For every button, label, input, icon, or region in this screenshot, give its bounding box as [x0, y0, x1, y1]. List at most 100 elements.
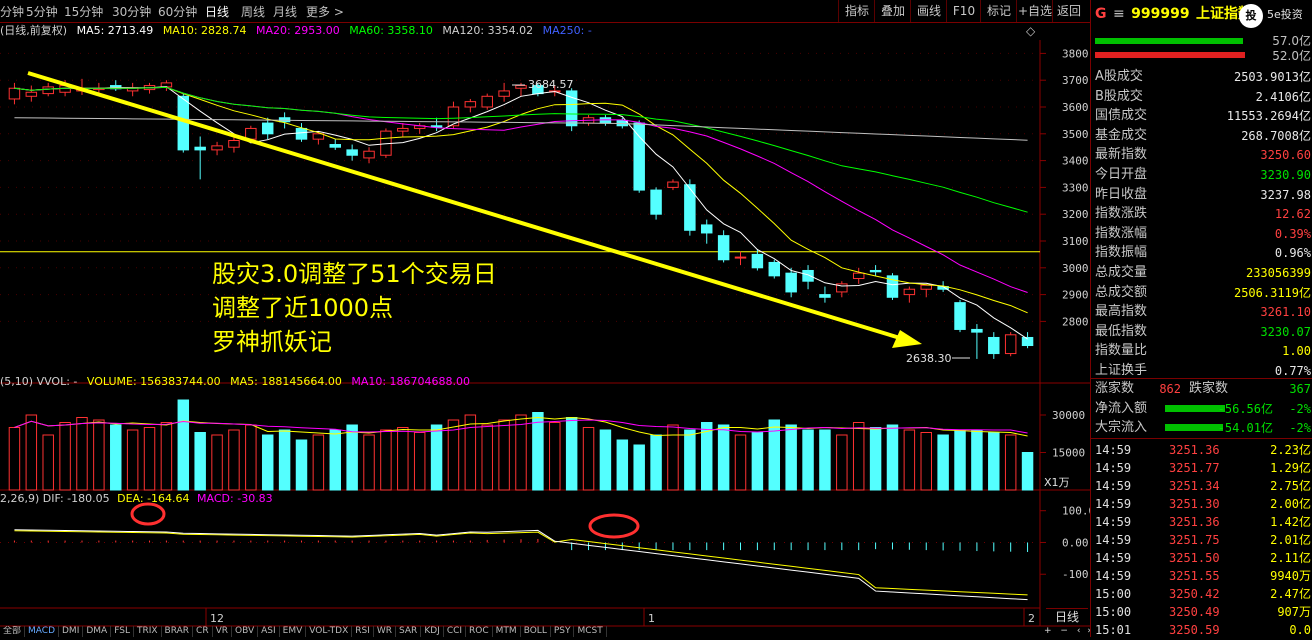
indicator-tab-cr[interactable]: CR — [193, 626, 213, 637]
volume-bar — [532, 412, 544, 491]
volume-bar — [498, 419, 510, 491]
date-label: 1 — [648, 612, 655, 625]
buy-bar — [1095, 38, 1243, 44]
timeframe-tab-4[interactable]: 60分钟 — [158, 3, 197, 20]
macd-dif: 2,26,9) DIF: -180.05 — [0, 492, 110, 505]
stat-label: 国债成交 — [1095, 108, 1148, 124]
indicator-tab-asi[interactable]: ASI — [258, 626, 280, 637]
timeframe-tab-8[interactable]: 更多 > — [306, 3, 344, 20]
volume-bar — [464, 414, 477, 491]
volume-bar — [194, 432, 206, 491]
tick-time: 14:59 — [1095, 461, 1132, 475]
toolbar-button-3[interactable]: F10 — [946, 0, 981, 22]
indicator-tab-psy[interactable]: PSY — [551, 626, 575, 637]
indicator-tab-dmi[interactable]: DMI — [59, 626, 84, 637]
volume-bar — [76, 417, 88, 491]
indicator-tab-vol-tdx[interactable]: VOL-TDX — [306, 626, 353, 637]
stat-label: 最低指数 — [1095, 323, 1148, 339]
timeframe-tab-7[interactable]: 月线 — [273, 3, 297, 20]
toolbar-button-1[interactable]: 叠加 — [874, 0, 911, 22]
indicator-tab-dma[interactable]: DMA — [83, 626, 112, 637]
menu-icon[interactable]: ≡ — [1113, 6, 1125, 22]
volume-bar — [8, 427, 21, 491]
indicator-tab-brar[interactable]: BRAR — [162, 626, 194, 637]
indicator-tab-sar[interactable]: SAR — [396, 626, 422, 637]
sell-bar — [1095, 52, 1245, 58]
tick-row: 14:59 3251.50 2.11亿 — [1091, 549, 1312, 568]
toolbar-button-2[interactable]: 画线 — [910, 0, 947, 22]
indicator-tab-vr[interactable]: VR — [213, 626, 232, 637]
indicator-tab-roc[interactable]: ROC — [466, 626, 493, 637]
timeframe-tab-3[interactable]: 30分钟 — [112, 3, 151, 20]
volume-bar — [650, 434, 662, 491]
tick-volume: 0.0 — [1289, 623, 1311, 637]
indicator-tab-fsl[interactable]: FSL — [111, 626, 134, 637]
indicator-tab-rsi[interactable]: RSI — [352, 626, 374, 637]
stat-row-13: 最低指数 3230.07 — [1091, 322, 1312, 342]
stat-value: 2506.3119亿 — [1233, 285, 1311, 300]
price-axis-label: 3100 — [1062, 235, 1089, 248]
candle-body — [667, 181, 679, 188]
indicator-tab-mcst[interactable]: MCST — [574, 626, 607, 637]
tick-price: 3251.30 — [1169, 497, 1220, 511]
stat-value: 11553.2694亿 — [1226, 109, 1311, 124]
timeframe-tab-2[interactable]: 15分钟 — [64, 3, 103, 20]
candle-body — [869, 269, 882, 273]
indicator-tab-wr[interactable]: WR — [374, 626, 397, 637]
volume-bar — [160, 422, 173, 491]
stat-row-11: 总成交额 2506.3119亿 — [1091, 283, 1312, 303]
rise-label: 涨家数 — [1095, 381, 1135, 396]
stat-label: 最新指数 — [1095, 147, 1148, 163]
toolbar-button-6[interactable]: 返回 — [1052, 0, 1085, 22]
indicator-tab-boll[interactable]: BOLL — [521, 626, 551, 637]
indicator-tab-mtm[interactable]: MTM — [493, 626, 521, 637]
toolbar-button-5[interactable]: +自选 — [1016, 0, 1053, 22]
tick-list: 14:59 3251.36 2.23亿 14:59 3251.77 1.29亿 14:59 3… — [1091, 438, 1312, 637]
macd-value: MACD: -30.83 — [197, 492, 273, 505]
volume-bar — [988, 432, 1000, 491]
tick-price: 3251.50 — [1169, 551, 1220, 565]
indicator-tab-macd[interactable]: MACD — [25, 626, 59, 637]
volume-bar — [346, 424, 358, 491]
indicator-tab-emv[interactable]: EMV — [280, 626, 307, 637]
stat-value: 2503.9013亿 — [1233, 70, 1311, 84]
candle-body — [903, 288, 916, 296]
volume-bar — [126, 429, 139, 491]
toolbar-button-4[interactable]: 标记 — [980, 0, 1017, 22]
ma120-value: MA120: 3354.02 — [442, 24, 534, 37]
candle-body — [464, 101, 477, 108]
indicator-tab-全部[interactable]: 全部 — [0, 626, 26, 637]
candle-body — [802, 269, 814, 282]
volume-bar — [228, 429, 240, 491]
macd-dea: DEA: -164.64 — [117, 492, 190, 505]
stat-label: 指数量比 — [1095, 343, 1148, 359]
kline-chart[interactable]: 3800 3700 3600 3500 3400 3300 3200 3100 3000 2900… — [0, 40, 1090, 637]
ma5-line — [14, 86, 1028, 340]
timeframe-tab-0[interactable]: 分钟 — [0, 3, 24, 20]
timeframe-tab-6[interactable]: 周线 — [241, 3, 265, 20]
net-inflow-row: 净流入额 -56.56亿 -2% — [1091, 399, 1312, 419]
cross-circle-1 — [130, 502, 166, 526]
stat-value: 1.00 — [1282, 344, 1311, 359]
chart-settings-icon[interactable]: ◇ — [1026, 24, 1035, 38]
block-inflow-label: 大宗流入 — [1095, 420, 1148, 435]
volume-bar — [363, 434, 375, 491]
indicator-tab-cci[interactable]: CCI — [444, 626, 467, 637]
indicator-tab-kdj[interactable]: KDJ — [421, 626, 444, 637]
volume-value: VOLUME: 156383744.00 — [86, 375, 221, 388]
ma-prefix: (日线,前复权) — [0, 24, 68, 37]
low-price-label: 2638.30 — [906, 352, 952, 365]
tick-row: 15:00 3250.42 2.47亿 — [1091, 585, 1312, 604]
candle-body — [717, 235, 730, 261]
block-inflow-row: 大宗流入 -54.01亿 -2% — [1091, 418, 1312, 438]
stat-row-3: 基金成交 268.7008亿 — [1091, 126, 1312, 146]
indicator-tab-trix[interactable]: TRIX — [134, 626, 162, 637]
stat-label: 最高指数 — [1095, 304, 1148, 320]
candle-body — [346, 149, 358, 156]
timeframe-tab-5[interactable]: 日线 — [205, 3, 229, 20]
toolbar-button-0[interactable]: 指标 — [838, 0, 875, 22]
indicator-tab-obv[interactable]: OBV — [232, 626, 259, 637]
tick-volume: 2.47亿 — [1270, 587, 1311, 601]
timeframe-tab-1[interactable]: 5分钟 — [26, 3, 58, 20]
macd-legend: 2,26,9) DIF: -180.05 DEA: -164.64 MACD: … — [0, 492, 273, 505]
